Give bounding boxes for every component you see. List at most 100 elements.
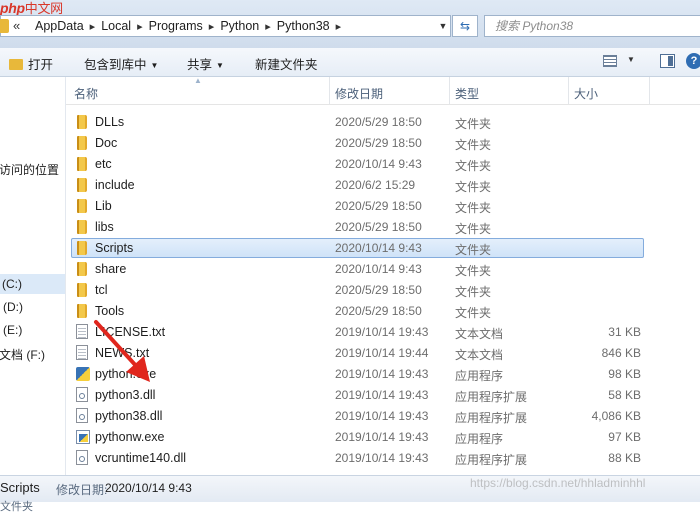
file-row[interactable]: etc 2020/10/14 9:43 文件夹 (66, 154, 646, 175)
arrow-shaft (94, 320, 140, 370)
file-type: 应用程序扩展 (455, 390, 528, 404)
file-date: 2020/5/29 18:50 (335, 136, 422, 150)
file-type: 文件夹 (455, 306, 492, 320)
file-size: 97 KB (608, 430, 641, 444)
column-header-type[interactable]: 类型 (455, 85, 479, 102)
folder-icon (77, 136, 87, 150)
column-divider[interactable] (449, 77, 450, 104)
column-divider[interactable] (329, 77, 330, 104)
file-row[interactable]: Scripts 2020/10/14 9:43 文件夹 (66, 238, 646, 259)
navigation-pane: 访问的位置 (C:) (D:) (E:) 文档 (F:) (0, 77, 66, 475)
search-input[interactable]: 搜索 Python38 (484, 15, 700, 37)
chevron-down-icon[interactable]: ▼ (627, 55, 635, 64)
breadcrumb-python38[interactable]: Python38 (277, 19, 330, 33)
file-name: vcruntime140.dll (95, 451, 187, 465)
file-type: 文件夹 (455, 159, 492, 173)
folder-icon (77, 220, 87, 234)
column-divider[interactable] (649, 77, 650, 104)
breadcrumb-python[interactable]: Python (220, 19, 259, 33)
file-row[interactable]: vcruntime140.dll 2019/10/14 19:43 应用程序扩展 88… (66, 448, 646, 469)
breadcrumb-overflow-button[interactable]: « (13, 18, 20, 33)
nav-drive-c[interactable]: (C:) (0, 274, 65, 294)
file-row[interactable]: share 2020/10/14 9:43 文件夹 (66, 259, 646, 280)
breadcrumb-programs[interactable]: Programs (149, 19, 203, 33)
refresh-icon: ⇆ (459, 19, 471, 33)
text-file-icon (76, 345, 88, 360)
file-type: 应用程序 (455, 369, 504, 383)
file-type: 应用程序 (455, 432, 504, 446)
selected-item-type: 文件夹 (0, 501, 33, 513)
folder-icon (77, 262, 87, 276)
folder-icon (77, 178, 87, 192)
search-placeholder: 搜索 Python38 (495, 19, 574, 33)
dll-file-icon (76, 408, 88, 423)
preview-pane-icon[interactable] (660, 54, 675, 68)
python-exe-icon (76, 367, 90, 381)
file-name: libs (95, 220, 114, 234)
file-row[interactable]: python38.dll 2019/10/14 19:43 应用程序扩展 4,086 … (66, 406, 646, 427)
file-size: 846 KB (601, 346, 641, 360)
column-divider[interactable] (568, 77, 569, 104)
file-date: 2020/6/2 15:29 (335, 178, 416, 192)
chevron-down-icon[interactable]: ▼ (435, 17, 451, 35)
share-button[interactable]: 共享 ▼ (187, 54, 224, 73)
file-row[interactable]: Lib 2020/5/29 18:50 文件夹 (66, 196, 646, 217)
folder-icon (77, 115, 87, 129)
breadcrumb-local[interactable]: Local (101, 19, 131, 33)
chevron-right-icon[interactable]: ▸ (209, 20, 215, 33)
chevron-right-icon[interactable]: ▸ (137, 20, 143, 33)
file-row[interactable]: python3.dll 2019/10/14 19:43 应用程序扩展 58 KB (66, 385, 646, 406)
file-date: 2019/10/14 19:43 (335, 451, 429, 465)
file-type: 文件夹 (455, 201, 492, 215)
sort-ascending-icon: ▲ (194, 76, 202, 85)
file-size: 88 KB (608, 451, 641, 465)
modified-date-value: 2020/10/14 9:43 (105, 481, 192, 495)
column-header-date[interactable]: 修改日期 (335, 85, 383, 102)
dll-file-icon (76, 450, 88, 465)
file-size: 58 KB (608, 388, 641, 402)
file-type: 文件夹 (455, 117, 492, 131)
red-arrow-annotation (94, 320, 150, 382)
file-size: 31 KB (608, 325, 641, 339)
open-button[interactable]: 打开 (9, 54, 53, 73)
file-type: 文件夹 (455, 243, 492, 257)
file-date: 2019/10/14 19:44 (335, 346, 429, 360)
chevron-right-icon[interactable]: ▸ (336, 20, 342, 33)
new-folder-button[interactable]: 新建文件夹 (255, 54, 318, 73)
nav-drive-f[interactable]: 文档 (F:) (0, 346, 45, 363)
column-header-size[interactable]: 大小 (574, 85, 598, 102)
breadcrumb: AppData ▸ Local ▸ Programs ▸ Python ▸ Py… (35, 19, 347, 33)
file-date: 2019/10/14 19:43 (335, 367, 429, 381)
file-date: 2020/5/29 18:50 (335, 220, 422, 234)
file-row[interactable]: pythonw.exe 2019/10/14 19:43 应用程序 97 KB (66, 427, 646, 448)
file-name: tcl (95, 283, 108, 297)
file-type: 文件夹 (455, 264, 492, 278)
file-date: 2020/5/29 18:50 (335, 283, 422, 297)
breadcrumb-appdata[interactable]: AppData (35, 19, 84, 33)
file-name: DLLs (95, 115, 125, 129)
nav-drive-d[interactable]: (D:) (3, 300, 23, 314)
file-name: python3.dll (95, 388, 156, 402)
include-in-library-button[interactable]: 包含到库中 ▼ (84, 54, 158, 73)
file-row[interactable]: libs 2020/5/29 18:50 文件夹 (66, 217, 646, 238)
column-header-name[interactable]: 名称 (74, 85, 98, 102)
chevron-right-icon[interactable]: ▸ (265, 20, 271, 33)
open-folder-icon (9, 59, 23, 70)
file-row[interactable]: include 2020/6/2 15:29 文件夹 (66, 175, 646, 196)
file-date: 2020/5/29 18:50 (335, 304, 422, 318)
chevron-right-icon[interactable]: ▸ (90, 20, 96, 33)
file-row[interactable]: Doc 2020/5/29 18:50 文件夹 (66, 133, 646, 154)
folder-icon (77, 199, 87, 213)
chevron-down-icon: ▼ (150, 61, 159, 70)
nav-drive-e[interactable]: (E:) (3, 323, 22, 337)
nav-recent-places[interactable]: 访问的位置 (0, 161, 59, 178)
refresh-button[interactable]: ⇆ (452, 15, 478, 37)
address-bar[interactable]: « AppData ▸ Local ▸ Programs ▸ Python ▸ … (0, 15, 451, 37)
file-row[interactable]: DLLs 2020/5/29 18:50 文件夹 (66, 112, 646, 133)
help-icon[interactable]: ? (686, 53, 700, 69)
view-details-icon[interactable] (603, 55, 617, 67)
file-size: 98 KB (608, 367, 641, 381)
file-row[interactable]: tcl 2020/5/29 18:50 文件夹 (66, 280, 646, 301)
file-name: pythonw.exe (95, 430, 165, 444)
file-date: 2020/10/14 9:43 (335, 157, 422, 171)
